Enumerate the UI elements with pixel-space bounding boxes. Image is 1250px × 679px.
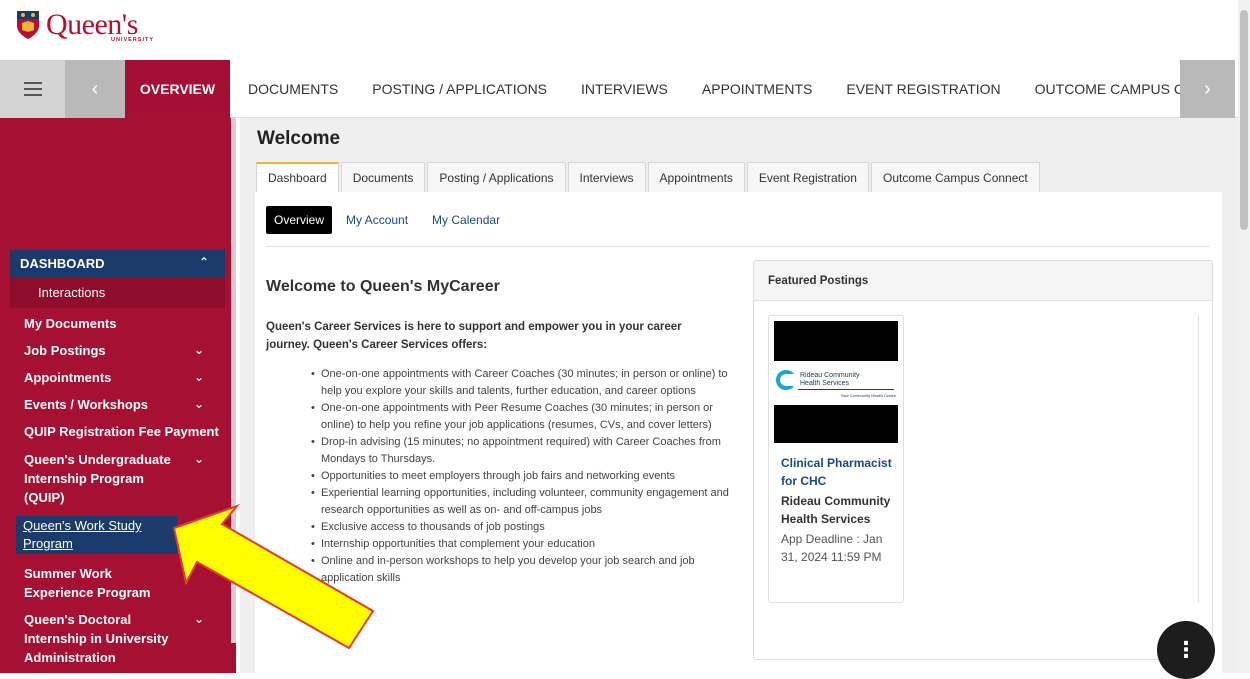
chevron-right-icon: ›	[1204, 77, 1211, 100]
sidebar-item-summer-work[interactable]: Summer Work Experience Program	[24, 564, 184, 602]
hamburger-icon	[23, 82, 42, 96]
redacted-block	[774, 321, 898, 361]
subtab-my-calendar[interactable]: My Calendar	[432, 213, 500, 227]
subtab-my-account[interactable]: My Account	[346, 213, 408, 227]
tab-interviews[interactable]: Interviews	[567, 162, 646, 192]
sidebar-item-label: Queen's Undergraduate Internship Program…	[24, 452, 171, 505]
tab-bar: Dashboard Documents Posting / Applicatio…	[256, 162, 1042, 192]
subtab-overview[interactable]: Overview	[266, 206, 333, 234]
logo-line-2: Health Services	[800, 380, 850, 387]
sidebar-scrollbar-thumb[interactable]	[231, 118, 236, 643]
nav-items: DOCUMENTS POSTING / APPLICATIONS INTERVI…	[248, 60, 1250, 118]
list-item: Drop-in advising (15 minutes; no appoint…	[311, 434, 733, 468]
chevron-left-icon: ‹	[91, 77, 99, 100]
posting-card[interactable]: Rideau Community Health Services Your Co…	[768, 315, 904, 603]
sidebar: DASHBOARD ⌃ Interactions My Documents Jo…	[0, 118, 236, 673]
nav-overview[interactable]: OVERVIEW	[125, 60, 230, 118]
main-nav: ‹ OVERVIEW DOCUMENTS POSTING / APPLICATI…	[0, 60, 1250, 118]
logo-tagline: Your Community Health Centre	[841, 393, 897, 398]
logo-line-1: Rideau Community	[800, 372, 860, 379]
queens-logo[interactable]: Queen's UNIVERSITY	[16, 8, 153, 43]
list-item: Internship opportunities that complement…	[311, 536, 733, 553]
sidebar-item-label: Job Postings	[24, 343, 106, 358]
posting-deadline: App Deadline : Jan 31, 2024 11:59 PM	[781, 532, 883, 564]
sidebar-item-appointments[interactable]: Appointments ⌄	[24, 368, 224, 387]
chevron-down-icon: ⌄	[194, 452, 205, 466]
services-list: One-on-one appointments with Career Coac…	[311, 366, 733, 587]
logo-wordmark: Queen's	[46, 8, 138, 41]
list-item: Opportunities to meet employers through …	[311, 468, 733, 485]
nav-prev-button[interactable]: ‹	[65, 60, 125, 118]
sidebar-item-doctoral-internship[interactable]: Queen's Doctoral Internship in Universit…	[24, 610, 204, 667]
sidebar-item-quip-fee[interactable]: QUIP Registration Fee Payment	[24, 422, 224, 441]
subtab-bar: Overview My Account My Calendar	[266, 206, 524, 234]
divider	[1198, 315, 1199, 603]
nav-posting-applications[interactable]: POSTING / APPLICATIONS	[372, 81, 547, 97]
list-item: Online and in-person workshops to help y…	[311, 553, 733, 587]
sidebar-item-label: Summer Work Experience Program	[24, 566, 151, 600]
list-item: One-on-one appointments with Career Coac…	[311, 366, 733, 400]
tab-posting-applications[interactable]: Posting / Applications	[427, 162, 566, 192]
sidebar-item-label: Queen's Work Study Program	[23, 518, 142, 551]
top-header: Queen's UNIVERSITY	[0, 0, 1250, 58]
chevron-down-icon: ⌄	[194, 343, 205, 357]
sidebar-item-label: My Documents	[24, 316, 117, 331]
nav-appointments[interactable]: APPOINTMENTS	[702, 81, 812, 97]
more-vertical-icon: ⋮	[1175, 637, 1197, 662]
page-title: Welcome	[257, 128, 341, 149]
tab-outcome-campus-connect[interactable]: Outcome Campus Connect	[870, 162, 1040, 192]
sidebar-scrollbar[interactable]	[231, 118, 236, 643]
nav-next-button[interactable]: ›	[1180, 60, 1235, 118]
list-item: Experiential learning opportunities, inc…	[311, 485, 733, 519]
posting-title-link[interactable]: Clinical Pharmacist for CHC	[781, 454, 901, 490]
nav-event-registration[interactable]: EVENT REGISTRATION	[846, 81, 1000, 97]
tab-appointments[interactable]: Appointments	[647, 162, 745, 192]
chevron-down-icon: ⌄	[194, 370, 205, 384]
tab-documents[interactable]: Documents	[340, 162, 426, 192]
logo-subtext: UNIVERSITY	[111, 37, 155, 43]
intro-paragraph: Queen's Career Services is here to suppo…	[266, 321, 682, 351]
sidebar-item-work-study[interactable]: Queen's Work Study Program	[16, 516, 177, 554]
sidebar-dashboard-label: DASHBOARD	[20, 256, 105, 271]
more-actions-button[interactable]: ⋮	[1157, 621, 1215, 679]
sidebar-item-label: QUIP Registration Fee Payment	[24, 424, 219, 439]
sidebar-dashboard[interactable]: DASHBOARD ⌃	[10, 250, 225, 278]
nav-interviews[interactable]: INTERVIEWS	[581, 81, 668, 97]
main-content: Welcome Dashboard Documents Posting / Ap…	[240, 118, 1238, 673]
nav-documents[interactable]: DOCUMENTS	[248, 81, 338, 97]
sidebar-item-label: Events / Workshops	[24, 397, 149, 412]
sidebar-item-job-postings[interactable]: Job Postings ⌄	[24, 341, 224, 360]
divider	[266, 246, 1210, 247]
employer-logo: Rideau Community Health Services Your Co…	[774, 361, 898, 405]
sidebar-item-label: Appointments	[24, 370, 112, 385]
redacted-block	[774, 405, 898, 443]
sidebar-item-my-documents[interactable]: My Documents	[24, 314, 224, 333]
posting-org: Rideau Community Health Services	[781, 494, 891, 526]
featured-postings-panel: Featured Postings Rideau Community Healt…	[753, 260, 1213, 660]
crest-icon	[17, 11, 39, 39]
tab-dashboard[interactable]: Dashboard	[256, 162, 339, 192]
list-item: Exclusive access to thousands of job pos…	[311, 519, 733, 536]
chevron-down-icon: ⌄	[194, 397, 205, 411]
featured-postings-heading: Featured Postings	[754, 261, 1212, 301]
intro-heading: Welcome to Queen's MyCareer	[266, 278, 500, 295]
chevron-down-icon: ⌄	[194, 612, 205, 626]
page-scrollbar[interactable]	[1238, 0, 1250, 673]
sidebar-item-events-workshops[interactable]: Events / Workshops ⌄	[24, 395, 224, 414]
page-scrollbar-thumb[interactable]	[1240, 10, 1248, 230]
tab-event-registration[interactable]: Event Registration	[746, 162, 869, 192]
sidebar-item-label: Queen's Doctoral Internship in Universit…	[24, 612, 169, 665]
chevron-up-icon: ⌃	[198, 255, 209, 269]
sidebar-item-interactions[interactable]: Interactions	[10, 278, 225, 308]
list-item: One-on-one appointments with Peer Resume…	[311, 400, 733, 434]
menu-toggle-button[interactable]	[0, 60, 65, 118]
sidebar-item-quip[interactable]: Queen's Undergraduate Internship Program…	[24, 450, 204, 507]
